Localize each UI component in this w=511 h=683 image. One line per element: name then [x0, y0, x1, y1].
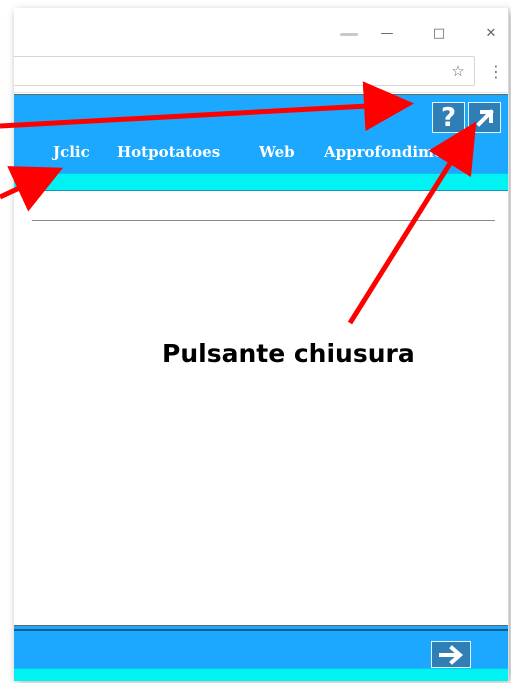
- footer-top-line: [14, 629, 508, 631]
- arrow-right-icon[interactable]: [431, 641, 471, 668]
- arrow-up-right-icon: [475, 108, 494, 127]
- main-navigation: Jclic Hotpotatoes Web Approfondimento: [14, 136, 508, 172]
- nav-jclic[interactable]: Jclic: [53, 143, 90, 161]
- close-icon[interactable]: ✕: [482, 25, 500, 43]
- star-icon[interactable]: ☆: [450, 63, 466, 79]
- arrow-up-right-icon[interactable]: [468, 102, 501, 133]
- arrow-right-icon: [439, 644, 464, 665]
- content-divider: [32, 220, 495, 221]
- nav-web[interactable]: Web: [259, 143, 295, 161]
- help-button[interactable]: ?: [432, 102, 465, 133]
- app-header-toolbar: ?: [14, 95, 508, 135]
- cyan-footer-strip: [14, 668, 508, 681]
- minimize-icon[interactable]: —: [378, 25, 396, 43]
- app-footer: [14, 625, 508, 681]
- app-header: ? Jclic Hotpotatoes Web Approfondimento: [14, 94, 508, 191]
- address-bar[interactable]: ☆: [14, 56, 475, 86]
- help-label: ?: [440, 102, 457, 133]
- browser-title-bar: — □ ✕: [14, 8, 508, 50]
- content-area: [14, 203, 508, 621]
- close-button-callout-label: Pulsante chiusura: [162, 339, 415, 368]
- more-options-icon[interactable]: ⋮: [488, 62, 504, 82]
- nav-hotpotatoes[interactable]: Hotpotatoes: [117, 143, 220, 161]
- tab-thumbnail: [340, 33, 358, 36]
- nav-approfondimento[interactable]: Approfondimento: [324, 143, 471, 161]
- maximize-icon[interactable]: □: [430, 25, 448, 43]
- screenshot-stage: — □ ✕ ☆ ⋮ ? Jclic Hotpotatoes Web Approf…: [0, 0, 511, 683]
- cyan-header-strip: [14, 173, 508, 191]
- browser-address-row: ☆ ⋮: [14, 50, 508, 93]
